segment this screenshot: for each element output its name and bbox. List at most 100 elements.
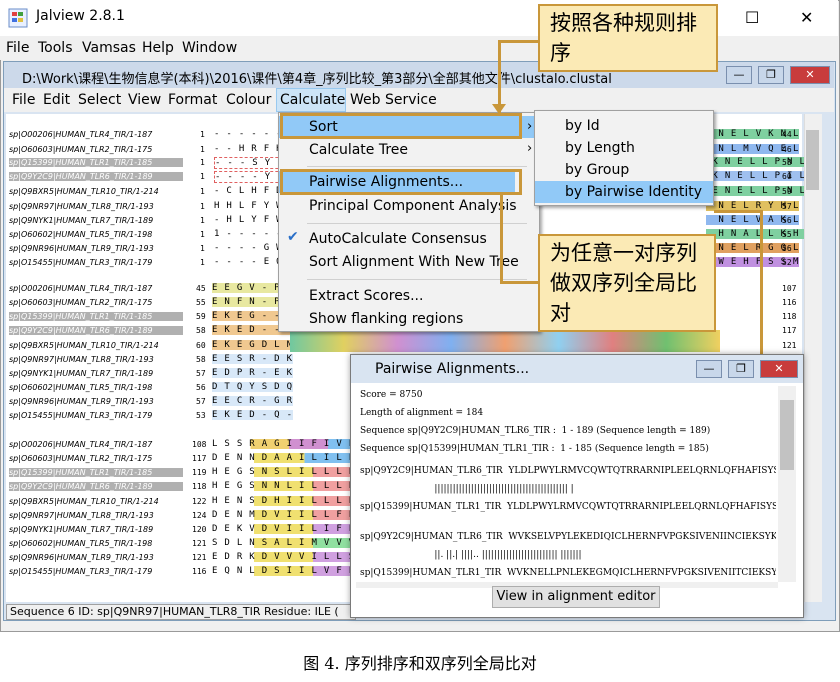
sort-by-group[interactable]: by Group xyxy=(535,159,629,181)
seq-name-selected[interactable]: sp|Q15399|HUMAN_TLR1_TIR/1-185 xyxy=(9,468,183,477)
seq-name[interactable]: sp|Q9NYK1|HUMAN_TLR7_TIR/1-189 xyxy=(9,525,153,534)
seq-start: 1 xyxy=(200,216,205,225)
inner-menu-colour[interactable]: Colour xyxy=(226,92,271,108)
seq-name[interactable]: sp|Q9NYK1|HUMAN_TLR7_TIR/1-189 xyxy=(9,369,153,378)
seq-name[interactable]: sp|O60603|HUMAN_TLR2_TIR/1-175 xyxy=(9,454,152,463)
seq-name[interactable]: sp|O15455|HUMAN_TLR3_TIR/1-179 xyxy=(9,258,152,267)
seq-name[interactable]: sp|Q9NR96|HUMAN_TLR9_TIR/1-193 xyxy=(9,397,154,406)
seq-name[interactable]: sp|O60602|HUMAN_TLR5_TIR/1-198 xyxy=(9,230,152,239)
seq-end: 56 xyxy=(782,244,792,253)
seq-residues[interactable]: E E C R - G R xyxy=(212,396,293,406)
seq-name-selected[interactable]: sp|Q9Y2C9|HUMAN_TLR6_TIR/1-189 xyxy=(9,172,183,181)
seq-name-selected[interactable]: sp|Q15399|HUMAN_TLR1_TIR/1-185 xyxy=(9,312,183,321)
menu-file[interactable]: File xyxy=(6,40,29,56)
inner-menu-format[interactable]: Format xyxy=(168,92,217,108)
inner-minimize-button[interactable]: — xyxy=(726,66,752,84)
pairwise-minimize-button[interactable]: — xyxy=(696,360,722,378)
menu-separator xyxy=(307,279,527,280)
inner-menu-web-service[interactable]: Web Service xyxy=(350,92,437,108)
seq-name[interactable]: sp|Q9NYK1|HUMAN_TLR7_TIR/1-189 xyxy=(9,216,153,225)
close-button[interactable]: ✕ xyxy=(800,8,813,27)
menu-item-extract-scores[interactable]: Extract Scores... xyxy=(279,285,423,307)
seq-name-selected[interactable]: sp|Q15399|HUMAN_TLR1_TIR/1-185 xyxy=(9,158,183,167)
seq-end: 59 xyxy=(782,187,792,196)
seq-name-selected[interactable]: sp|Q9Y2C9|HUMAN_TLR6_TIR/1-189 xyxy=(9,482,183,491)
seq-start: 1 xyxy=(200,244,205,253)
seq-name[interactable]: sp|O00206|HUMAN_TLR4_TIR/1-187 xyxy=(9,284,152,293)
seq-name[interactable]: sp|Q9BXR5|HUMAN_TLR10_TIR/1-214 xyxy=(9,187,159,196)
seq-start: 57 xyxy=(196,369,206,378)
seq-name[interactable]: sp|O00206|HUMAN_TLR4_TIR/1-187 xyxy=(9,130,152,139)
seq-name[interactable]: sp|O00206|HUMAN_TLR4_TIR/1-187 xyxy=(9,440,152,449)
inner-menu-view[interactable]: View xyxy=(128,92,161,108)
seq-residues[interactable]: E D P R - E K xyxy=(212,368,293,378)
seq-name[interactable]: sp|Q9BXR5|HUMAN_TLR10_TIR/1-214 xyxy=(9,497,159,506)
inner-close-button[interactable]: ✕ xyxy=(790,66,830,84)
seq-start: 58 xyxy=(196,355,206,364)
seq-end: 121 xyxy=(782,341,797,350)
menu-vamsas[interactable]: Vamsas xyxy=(82,40,136,56)
menu-item-autocalculate-consensus[interactable]: AutoCalculate Consensus xyxy=(279,228,487,250)
inner-menu-file[interactable]: File xyxy=(12,92,35,108)
seq-name[interactable]: sp|Q9BXR5|HUMAN_TLR10_TIR/1-214 xyxy=(9,341,159,350)
seq-start: 59 xyxy=(196,312,206,321)
seq-name[interactable]: sp|O60602|HUMAN_TLR5_TIR/1-198 xyxy=(9,539,152,548)
menu-window[interactable]: Window xyxy=(182,40,237,56)
menu-item-show-flanking[interactable]: Show flanking regions xyxy=(279,308,463,330)
connector-line xyxy=(498,40,538,43)
sort-by-id[interactable]: by Id xyxy=(535,115,600,137)
app-title: Jalview 2.8.1 xyxy=(36,8,125,24)
seq-end: 57 xyxy=(782,202,792,211)
residue-colour-band xyxy=(290,330,720,352)
seq-start: 121 xyxy=(192,553,207,562)
seq-name[interactable]: sp|O60603|HUMAN_TLR2_TIR/1-175 xyxy=(9,298,152,307)
seq-end: 116 xyxy=(782,298,797,307)
connector-line xyxy=(498,40,501,113)
inner-menu-edit[interactable]: Edit xyxy=(43,92,70,108)
sort-by-pairwise-identity[interactable]: by Pairwise Identity xyxy=(535,181,713,203)
inner-menu-select[interactable]: Select xyxy=(78,92,121,108)
menu-item-pca-label: Principal Component Analysis xyxy=(309,198,517,214)
connector-line xyxy=(714,210,762,213)
pairwise-scroll-thumb[interactable] xyxy=(780,400,794,470)
seq-residues-right[interactable]: H N A L L K H L xyxy=(706,229,812,239)
seq-name[interactable]: sp|O15455|HUMAN_TLR3_TIR/1-179 xyxy=(9,411,152,420)
sort-by-group-label: by Group xyxy=(565,162,630,178)
seq-name[interactable]: sp|Q9NR96|HUMAN_TLR9_TIR/1-193 xyxy=(9,553,154,562)
pairwise-output-text[interactable]: Score = 8750 Length of alignment = 184 S… xyxy=(356,386,776,582)
inner-restore-button[interactable]: ❐ xyxy=(758,66,784,84)
inner-menu-calculate[interactable]: Calculate xyxy=(280,92,345,108)
sort-by-id-label: by Id xyxy=(565,118,600,134)
seq-name[interactable]: sp|Q9NR97|HUMAN_TLR8_TIR/1-193 xyxy=(9,202,154,211)
pw-line: sp|Q15399|HUMAN_TLR1_TIR YLDLPWYLRMVCQWT… xyxy=(360,502,776,512)
menu-help[interactable]: Help xyxy=(142,40,174,56)
seq-residues[interactable]: E K E D - Q - xyxy=(212,410,293,420)
seq-residues[interactable]: E E S R - D K xyxy=(212,354,293,364)
seq-residues[interactable]: D T Q Y S D Q xyxy=(212,382,293,392)
pairwise-restore-button[interactable]: ❐ xyxy=(728,360,754,378)
callout-pairwise: 为任意一对序列做双序列全局比对 xyxy=(538,234,716,332)
menu-item-calculate-tree[interactable]: Calculate Tree xyxy=(279,139,408,161)
maximize-button[interactable]: ☐ xyxy=(745,8,759,27)
sort-by-length[interactable]: by Length xyxy=(535,137,635,159)
menu-item-sort-with-new-tree[interactable]: Sort Alignment With New Tree xyxy=(279,251,519,273)
seq-end: 118 xyxy=(782,312,797,321)
seq-residues[interactable]: E K E G D L N xyxy=(212,340,293,350)
view-in-alignment-editor-button[interactable]: View in alignment editor xyxy=(492,586,660,608)
menu-tools[interactable]: Tools xyxy=(38,40,73,56)
alignment-scroll-thumb[interactable] xyxy=(806,130,819,190)
seq-start: 1 xyxy=(200,230,205,239)
seq-start: 1 xyxy=(200,158,205,167)
seq-start: 1 xyxy=(200,202,205,211)
seq-name-selected[interactable]: sp|Q9Y2C9|HUMAN_TLR6_TIR/1-189 xyxy=(9,326,183,335)
seq-name[interactable]: sp|O60602|HUMAN_TLR5_TIR/1-198 xyxy=(9,383,152,392)
seq-name[interactable]: sp|O60603|HUMAN_TLR2_TIR/1-175 xyxy=(9,145,152,154)
seq-name[interactable]: sp|Q9NR97|HUMAN_TLR8_TIR/1-193 xyxy=(9,511,154,520)
menu-item-pca[interactable]: Principal Component Analysis xyxy=(279,195,517,217)
seq-name[interactable]: sp|Q9NR97|HUMAN_TLR8_TIR/1-193 xyxy=(9,355,154,364)
pairwise-close-button[interactable]: ✕ xyxy=(760,360,798,378)
seq-name[interactable]: sp|O15455|HUMAN_TLR3_TIR/1-179 xyxy=(9,567,152,576)
pw-line: ||. ||.| ||||.. ||||||||||||||||||||||||… xyxy=(360,550,582,560)
seq-start: 1 xyxy=(200,187,205,196)
seq-name[interactable]: sp|Q9NR96|HUMAN_TLR9_TIR/1-193 xyxy=(9,244,154,253)
